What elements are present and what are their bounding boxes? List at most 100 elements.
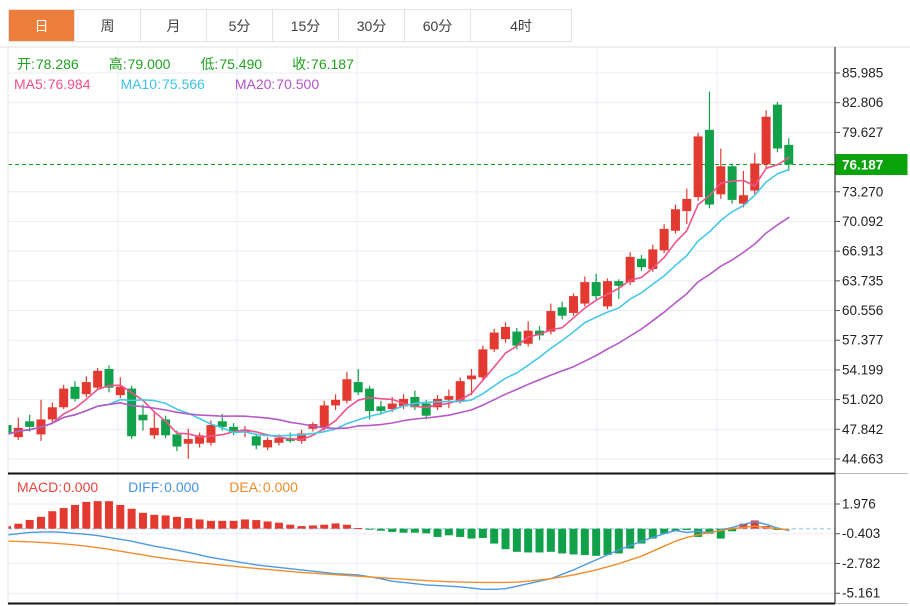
- macd-histogram-bar: [93, 501, 102, 529]
- y-axis-label: 51.020: [842, 392, 883, 407]
- ohlc-row-item: 收:76.187: [292, 56, 369, 72]
- macd-histogram-bar: [342, 524, 351, 529]
- candle-body: [636, 258, 646, 268]
- candle-body: [93, 370, 103, 388]
- macd-histogram-bar: [422, 528, 431, 534]
- macd-histogram-bar: [150, 514, 159, 529]
- ma-row-item: MA5:76.984: [14, 76, 106, 92]
- macd-histogram-bar: [490, 528, 499, 544]
- legend-value: 75.490: [219, 56, 263, 72]
- macd-histogram-bar: [456, 528, 465, 537]
- macd-histogram-bar: [546, 528, 555, 552]
- candle-body: [716, 166, 726, 195]
- tab-period-2[interactable]: 月: [141, 10, 207, 41]
- macd-histogram-bar: [172, 516, 181, 529]
- candle-body: [376, 406, 386, 412]
- macd-histogram-bar: [229, 520, 238, 529]
- macd-histogram-bar: [535, 528, 544, 553]
- ohlc-row-item: 高:79.000: [109, 56, 186, 72]
- legend-value: 75.566: [161, 76, 205, 92]
- legend-label: 开:: [17, 56, 35, 72]
- candle-body: [557, 307, 567, 316]
- y-axis-label: 85.985: [842, 66, 883, 81]
- candle-body: [331, 399, 341, 406]
- macd-histogram-bar: [308, 525, 317, 529]
- macd-histogram-bar: [161, 515, 170, 529]
- macd-histogram-bar: [365, 528, 374, 530]
- macd-histogram-bar: [70, 504, 79, 529]
- candle-body: [478, 349, 488, 378]
- candle-body: [149, 427, 159, 436]
- legend-value: 76.187: [311, 56, 354, 72]
- candle-body: [580, 282, 590, 304]
- macd-histogram-bar: [569, 528, 578, 555]
- legend-value: 70.500: [276, 76, 320, 92]
- y-axis-label: 66.913: [842, 244, 883, 259]
- macd-histogram-bar: [82, 501, 91, 529]
- candle-body: [501, 326, 511, 340]
- legend-label: MA20:: [234, 76, 276, 92]
- legend-label: DIFF:: [128, 479, 164, 495]
- candle-body: [206, 425, 216, 443]
- macd-histogram-bar: [558, 528, 567, 554]
- tab-period-1[interactable]: 周: [75, 10, 141, 41]
- macd-histogram-bar: [410, 528, 419, 533]
- legend-value: 0.000: [262, 479, 298, 495]
- y-axis-label: 44.663: [842, 452, 883, 467]
- legend-value: 0.000: [164, 479, 200, 495]
- macd-histogram-bar: [512, 528, 521, 552]
- candle-body: [421, 403, 431, 416]
- candle-body: [727, 166, 737, 200]
- tab-period-5[interactable]: 30分: [339, 10, 405, 41]
- candle-body: [274, 438, 284, 443]
- macd-histogram-bar: [388, 528, 397, 532]
- candle-body: [444, 396, 454, 400]
- dea-line: [8, 525, 790, 584]
- tab-period-4[interactable]: 15分: [273, 10, 339, 41]
- candle-body: [59, 388, 69, 408]
- macd-histogram-bar: [274, 522, 283, 529]
- candle-body: [25, 421, 35, 427]
- macd-histogram-bar: [580, 528, 589, 556]
- candle-body: [489, 332, 499, 350]
- candle-body: [761, 116, 771, 165]
- macd-row-item: DIFF:0.000: [128, 479, 214, 495]
- macd-histogram-bar: [682, 528, 691, 531]
- macd-histogram-bar: [320, 524, 329, 529]
- ma5-line: [8, 156, 790, 441]
- macd-histogram-bar: [8, 526, 11, 529]
- candle-body: [682, 198, 692, 212]
- legend-value: 78.286: [35, 56, 79, 72]
- y-axis-label: 54.199: [842, 362, 883, 377]
- tab-period-3[interactable]: 5分: [207, 10, 273, 41]
- macd-histogram-bar: [59, 508, 68, 529]
- macd-histogram-bar: [240, 519, 249, 529]
- ohlc-row-item: 开:78.286: [17, 56, 94, 72]
- y-axis-label: -0.403: [842, 526, 880, 541]
- macd-histogram-bar: [524, 528, 533, 553]
- candle-body: [70, 386, 80, 399]
- tab-period-7[interactable]: 4时: [471, 10, 571, 41]
- macd-histogram-bar: [195, 519, 204, 529]
- macd-histogram-bar: [592, 528, 601, 556]
- candle-body: [569, 296, 578, 313]
- tab-period-6[interactable]: 60分: [405, 10, 471, 41]
- y-axis-label: 63.735: [842, 273, 883, 288]
- legend-value: 79.000: [127, 56, 171, 72]
- macd-histogram-bar: [376, 528, 385, 531]
- y-axis-label: 70.092: [842, 214, 883, 229]
- candle-body: [263, 439, 273, 448]
- candle-body: [47, 407, 57, 420]
- candle-body: [591, 282, 601, 297]
- tab-period-0[interactable]: 日: [9, 10, 75, 41]
- y-axis-label: -2.782: [842, 556, 880, 571]
- candle-body: [467, 375, 477, 380]
- macd-histogram-bar: [467, 528, 476, 539]
- ma-row-item: MA20:70.500: [235, 76, 334, 92]
- macd-histogram-bar: [603, 528, 612, 556]
- y-axis-label: 82.806: [842, 95, 883, 110]
- candle-body: [704, 129, 714, 205]
- macd-histogram-bar: [206, 520, 215, 529]
- ohlc-legend: 开:78.286 高:79.000 低:75.490 收:76.187: [17, 54, 384, 74]
- period-tabbar: 日周月 5分 15分 30分 60分 4时: [8, 9, 572, 42]
